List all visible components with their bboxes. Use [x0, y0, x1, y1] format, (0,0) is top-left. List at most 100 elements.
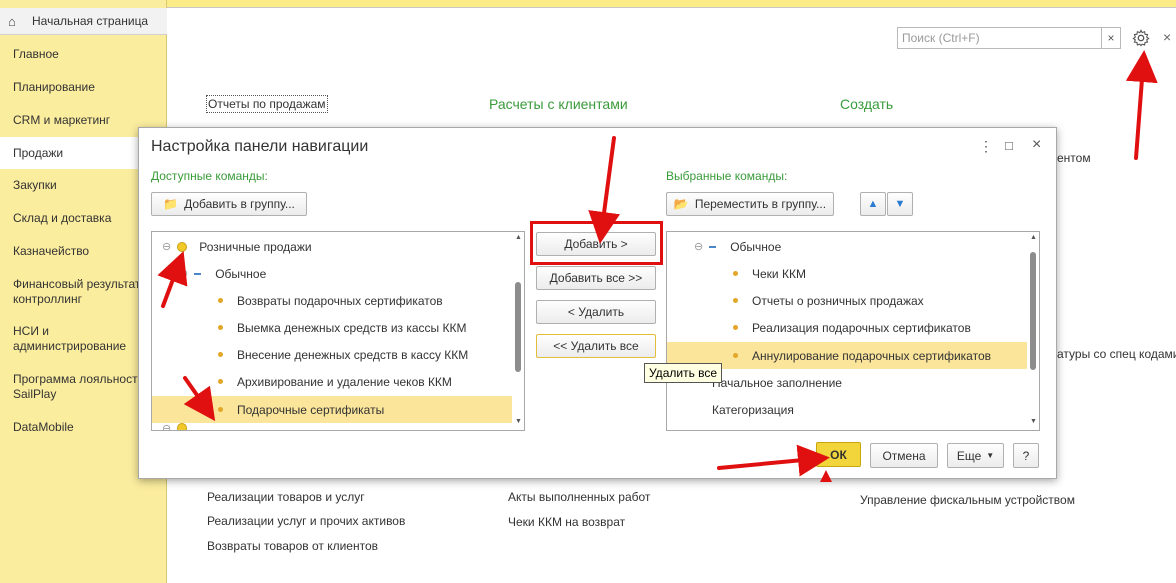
- collapse-icon[interactable]: ⊖: [162, 240, 171, 253]
- sidebar-item-loyalty[interactable]: Программа лояльности SailPlay: [0, 372, 152, 402]
- list-item[interactable]: Внесение денежных средств в кассу ККМ: [152, 341, 524, 368]
- more-button-label: Еще: [956, 448, 982, 463]
- scroll-down-icon[interactable]: ▼: [514, 418, 523, 425]
- list-item-label: Чеки ККМ: [752, 266, 806, 281]
- ok-button[interactable]: ОК: [816, 442, 861, 467]
- sidebar-item-financial[interactable]: Финансовый результат и контроллинг: [0, 277, 160, 307]
- scroll-down-icon[interactable]: ▼: [1029, 418, 1038, 425]
- chevron-down-icon: ▼: [986, 451, 995, 460]
- scroll-up-icon[interactable]: ▲: [514, 234, 523, 241]
- list-item[interactable]: Чеки ККМ: [667, 260, 1039, 287]
- remove-button[interactable]: < Удалить: [536, 300, 656, 324]
- sidebar-item-nsi[interactable]: НСИ и администрирование: [0, 324, 150, 354]
- sales-reports-label: Отчеты по продажам: [206, 95, 328, 113]
- link-returns[interactable]: Возвраты товаров от клиентов: [207, 539, 378, 553]
- arrow-down-icon: ▼: [894, 198, 906, 210]
- annotation-arrow: [1125, 50, 1158, 160]
- collapse-icon[interactable]: ⊖: [179, 267, 188, 280]
- list-item-label: Обычное: [215, 266, 267, 281]
- link-sales-goods[interactable]: Реализации товаров и услуг: [207, 490, 365, 504]
- home-icon: ⌂: [8, 13, 16, 29]
- command-icon: [733, 353, 738, 358]
- move-down-button[interactable]: ▼: [887, 192, 913, 216]
- scroll-up-icon[interactable]: ▲: [1029, 234, 1038, 241]
- list-item-label: Аннулирование подарочных сертификатов: [752, 348, 991, 363]
- selected-commands-label: Выбранные команды:: [666, 169, 788, 183]
- list-item[interactable]: ⊖ Обычное: [667, 233, 1039, 260]
- available-commands-label: Доступные команды:: [151, 169, 268, 183]
- home-tab-label: Начальная страница: [32, 14, 149, 28]
- sidebar-item-planning[interactable]: Планирование: [0, 80, 167, 95]
- list-item[interactable]: Отчеты о розничных продажах: [667, 287, 1039, 314]
- list-item[interactable]: ⊖ Розничные продажи: [152, 233, 524, 260]
- maximize-icon[interactable]: □: [1005, 138, 1013, 153]
- dialog-close-icon[interactable]: ×: [1032, 136, 1041, 154]
- add-all-button[interactable]: Добавить все >>: [536, 266, 656, 290]
- cancel-button[interactable]: Отмена: [870, 443, 938, 468]
- list-item[interactable]: Реализация подарочных сертификатов: [667, 314, 1039, 341]
- section-icon: [709, 245, 717, 248]
- more-icon[interactable]: ⋮: [979, 138, 993, 155]
- move-to-group-button[interactable]: 📂 Переместить в группу...: [666, 192, 834, 216]
- command-icon: [218, 298, 223, 303]
- available-commands-list[interactable]: ⊖ Розничные продажи ⊖ Обычное Возвраты п…: [151, 231, 525, 431]
- collapse-icon[interactable]: ⊖: [694, 240, 703, 253]
- list-item[interactable]: ⊖ Обычное: [152, 260, 524, 287]
- link-fiscal-device[interactable]: Управление фискальным устройством: [860, 493, 1075, 507]
- list-item-label: Реализация подарочных сертификатов: [752, 320, 971, 335]
- list-item[interactable]: Начальное заполнение: [667, 369, 1039, 396]
- group-icon: [177, 241, 188, 252]
- sidebar-item-crm[interactable]: CRM и маркетинг: [0, 113, 167, 128]
- partial-text-1[interactable]: ентом: [1057, 151, 1091, 165]
- list-item[interactable]: Архивирование и удаление чеков ККМ: [152, 368, 524, 395]
- link-sales-services[interactable]: Реализации услуг и прочих активов: [207, 514, 405, 528]
- command-icon: [733, 298, 738, 303]
- list-item-label: Выемка денежных средств из кассы ККМ: [237, 320, 467, 335]
- section-icon: [194, 272, 202, 275]
- help-button[interactable]: ?: [1013, 443, 1039, 468]
- add-to-group-button[interactable]: 📁 Добавить в группу...: [151, 192, 307, 216]
- search-clear-button[interactable]: ×: [1102, 27, 1121, 49]
- list-item-label: Архивирование и удаление чеков ККМ: [237, 374, 452, 389]
- command-icon: [733, 271, 738, 276]
- partial-text-2[interactable]: атуры со спец кодами: [1057, 347, 1176, 361]
- create-heading: Создать: [840, 96, 894, 112]
- move-to-group-label: Переместить в группу...: [694, 197, 827, 211]
- list-item-label: Внесение денежных средств в кассу ККМ: [237, 347, 469, 362]
- remove-all-tooltip: Удалить все: [644, 363, 723, 383]
- list-item[interactable]: Категоризация: [667, 396, 1039, 423]
- command-icon: [218, 407, 223, 412]
- scroll-thumb[interactable]: [1030, 252, 1036, 370]
- link-acts[interactable]: Акты выполненных работ: [508, 490, 650, 504]
- collapse-icon[interactable]: ⊖: [162, 422, 171, 431]
- list-item[interactable]: Выемка денежных средств из кассы ККМ: [152, 314, 524, 341]
- command-icon: [218, 325, 223, 330]
- available-list-scrollbar[interactable]: ▲ ▼: [514, 234, 523, 428]
- scroll-thumb[interactable]: [515, 282, 521, 372]
- list-item-selected[interactable]: Подарочные сертификаты: [152, 396, 512, 423]
- search-input[interactable]: Поиск (Ctrl+F): [897, 27, 1102, 49]
- top-divider: [167, 7, 1176, 8]
- folder-add-icon: 📁: [163, 197, 179, 211]
- remove-all-button[interactable]: << Удалить все: [536, 334, 656, 358]
- list-item-label: Отчеты о розничных продажах: [752, 293, 924, 308]
- arrow-up-icon: ▲: [867, 198, 879, 210]
- list-item[interactable]: Возвраты подарочных сертификатов: [152, 287, 524, 314]
- close-icon[interactable]: ×: [1163, 29, 1171, 45]
- home-tab[interactable]: ⌂ Начальная страница: [0, 8, 167, 35]
- sales-reports-link[interactable]: Отчеты по продажам: [206, 95, 328, 113]
- navigation-settings-dialog: Настройка панели навигации ⋮ □ × Доступн…: [138, 127, 1057, 479]
- customers-heading: Расчеты с клиентами: [489, 96, 628, 112]
- selected-list-scrollbar[interactable]: ▲ ▼: [1029, 234, 1038, 428]
- gear-icon[interactable]: [1132, 29, 1150, 47]
- list-item-partial[interactable]: ⊖: [152, 422, 524, 431]
- add-to-group-label: Добавить в группу...: [184, 197, 295, 211]
- group-icon: [177, 423, 188, 430]
- move-up-button[interactable]: ▲: [860, 192, 886, 216]
- link-return-receipts[interactable]: Чеки ККМ на возврат: [508, 515, 625, 529]
- folder-move-icon: 📂: [673, 197, 689, 211]
- list-item-label: Возвраты подарочных сертификатов: [237, 293, 443, 308]
- more-button[interactable]: Еще ▼: [947, 443, 1004, 468]
- sidebar-item-main[interactable]: Главное: [0, 47, 167, 62]
- selected-commands-list[interactable]: ⊖ Обычное Чеки ККМ Отчеты о розничных пр…: [666, 231, 1040, 431]
